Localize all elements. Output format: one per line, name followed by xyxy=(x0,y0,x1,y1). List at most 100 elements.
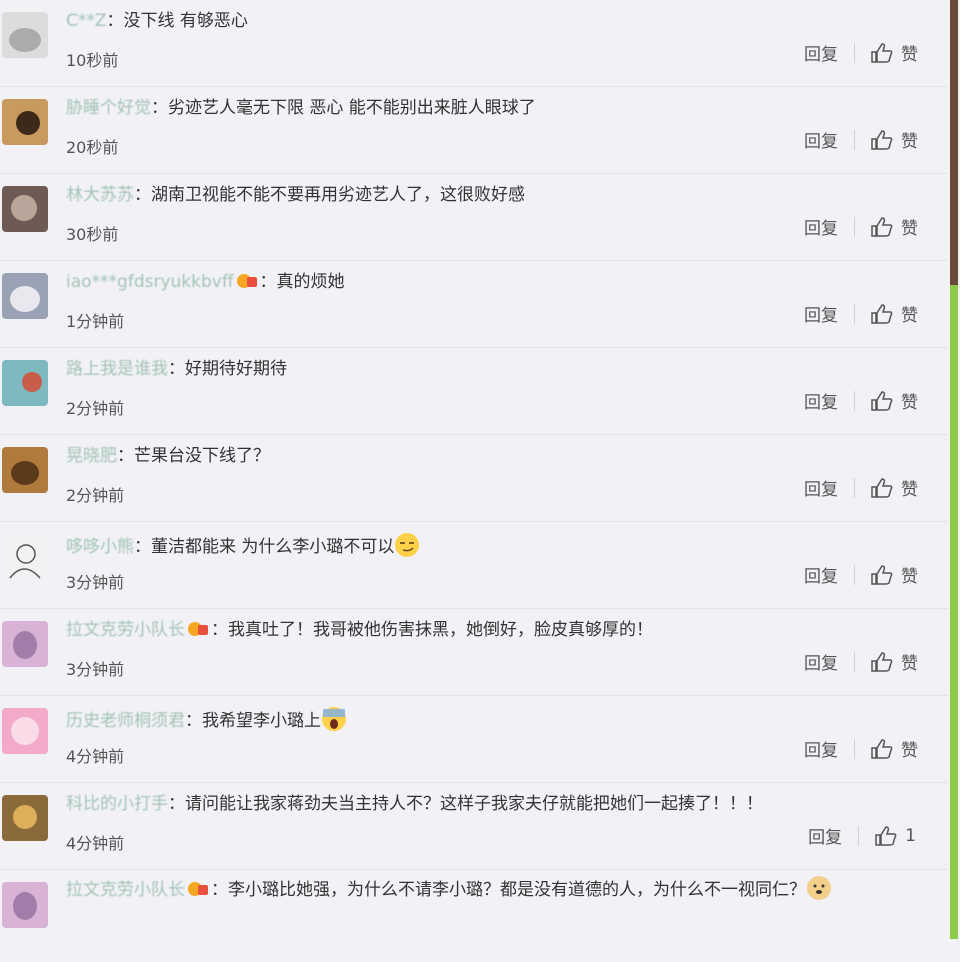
comment-time: 20秒前 xyxy=(66,138,119,157)
reply-button[interactable]: 回复 xyxy=(804,388,854,413)
smirk-emoji-icon xyxy=(395,533,420,557)
reply-button[interactable]: 回复 xyxy=(804,736,854,761)
avatar[interactable] xyxy=(2,186,48,232)
doge-emoji-icon xyxy=(807,876,831,900)
username-link[interactable]: 拉文克劳小队长 xyxy=(66,620,185,640)
comment-text: 劣迹艺人毫无下限 恶心 能不能别出来脏人眼球了 xyxy=(168,98,536,118)
comment-item: 历史老师桐须君：我希望李小璐上 4分钟前 回复 赞 xyxy=(0,696,948,783)
comment-actions: 回复 赞 xyxy=(804,40,918,65)
comment-text: 我希望李小璐上 xyxy=(202,711,321,731)
comment-line: 历史老师桐须君：我希望李小璐上 xyxy=(66,706,888,732)
username-link[interactable]: 胁睡个好觉 xyxy=(66,98,151,118)
comment-line: 哆哆小熊：董洁都能来 为什么李小璐不可以 xyxy=(66,532,888,558)
avatar[interactable] xyxy=(2,621,48,667)
comment-line: 科比的小打手：请问能让我家蒋劲夫当主持人不？这样子我家夫仔就能把她们一起揍了！！… xyxy=(66,794,763,814)
like-button[interactable]: 赞 xyxy=(901,649,918,674)
comment-actions: 回复 赞 xyxy=(804,127,918,152)
reply-button[interactable]: 回复 xyxy=(804,562,854,587)
like-button[interactable]: 赞 xyxy=(901,214,918,239)
comment-item: 晃晓肥：芒果台没下线了？ 2分钟前 回复 赞 xyxy=(0,435,948,522)
comment-actions: 回复 赞 xyxy=(804,301,918,326)
divider xyxy=(854,129,855,150)
reply-button[interactable]: 回复 xyxy=(804,301,854,326)
username-link[interactable]: 拉文克劳小队长 xyxy=(66,880,185,900)
username-link[interactable]: 林大苏苏 xyxy=(66,185,134,205)
username-link[interactable]: 路上我是谁我 xyxy=(66,359,168,379)
comment-item: iao***gfdsryukkbvff ：真的烦她 1分钟前 回复 赞 xyxy=(0,261,948,348)
comment-actions: 回复 赞 xyxy=(804,562,918,587)
divider xyxy=(854,477,855,498)
comment-line: C**Z：没下线 有够恶心 xyxy=(66,11,248,31)
like-button[interactable]: 赞 xyxy=(901,475,918,500)
like-count[interactable]: 1 xyxy=(905,826,916,846)
comment-actions: 回复 赞 xyxy=(804,475,918,500)
avatar[interactable] xyxy=(2,12,48,58)
reply-button[interactable]: 回复 xyxy=(804,649,854,674)
username-link[interactable]: C**Z xyxy=(66,11,107,31)
avatar[interactable] xyxy=(2,99,48,145)
reply-button[interactable]: 回复 xyxy=(804,40,854,65)
reply-button[interactable]: 回复 xyxy=(804,475,854,500)
thumbs-up-icon[interactable] xyxy=(871,564,893,585)
username-link[interactable]: 晃晓肥 xyxy=(66,446,117,466)
reply-button[interactable]: 回复 xyxy=(808,823,858,848)
comment-time: 4分钟前 xyxy=(66,747,125,766)
thumbs-up-icon[interactable] xyxy=(871,477,893,498)
thumbs-up-icon[interactable] xyxy=(871,129,893,150)
avatar[interactable] xyxy=(2,534,48,580)
reply-button[interactable]: 回复 xyxy=(804,214,854,239)
comment-item: 路上我是谁我：好期待好期待 2分钟前 回复 赞 xyxy=(0,348,948,435)
username-link[interactable]: 科比的小打手 xyxy=(66,794,168,814)
avatar[interactable] xyxy=(2,273,48,319)
comment-line: 拉文克劳小队长 ：李小璐比她强，为什么不请李小璐？都是没有道德的人，为什么不一视同… xyxy=(66,874,868,906)
thumbs-up-icon[interactable] xyxy=(871,651,893,672)
comment-line: 拉文克劳小队长 ：我真吐了！我哥被他伤害抹黑，她倒好，脸皮真够厚的！ xyxy=(66,620,653,640)
like-button[interactable]: 赞 xyxy=(901,301,918,326)
avatar[interactable] xyxy=(2,447,48,493)
thumbs-up-icon[interactable] xyxy=(871,303,893,324)
scream-emoji-icon xyxy=(322,707,346,731)
avatar[interactable] xyxy=(2,882,48,928)
comment-actions: 回复 赞 xyxy=(804,736,918,761)
divider xyxy=(854,216,855,237)
comment-actions: 回复 赞 xyxy=(804,388,918,413)
comment-time: 2分钟前 xyxy=(66,399,125,418)
username-link[interactable]: iao***gfdsryukkbvff xyxy=(66,272,234,292)
scrollbar-thumb[interactable] xyxy=(950,285,958,939)
divider xyxy=(858,825,860,846)
comment-time: 2分钟前 xyxy=(66,486,125,505)
thumbs-up-icon[interactable] xyxy=(871,390,893,411)
like-button[interactable]: 赞 xyxy=(901,40,918,65)
comment-actions: 回复 赞 xyxy=(804,649,918,674)
like-button[interactable]: 赞 xyxy=(901,736,918,761)
thumbs-up-icon[interactable] xyxy=(875,825,897,846)
divider xyxy=(854,738,855,759)
comment-text: 湖南卫视能不能不要再用劣迹艺人了，这很败好感 xyxy=(151,185,525,205)
avatar[interactable] xyxy=(2,360,48,406)
comment-line: 路上我是谁我：好期待好期待 xyxy=(66,359,287,379)
like-button[interactable]: 赞 xyxy=(901,562,918,587)
comment-text: 请问能让我家蒋劲夫当主持人不？这样子我家夫仔就能把她们一起揍了！！！ xyxy=(185,794,763,814)
comment-time: 10秒前 xyxy=(66,51,119,70)
avatar[interactable] xyxy=(2,708,48,754)
divider xyxy=(854,390,855,411)
comment-text: 真的烦她 xyxy=(276,272,345,292)
comment-line: 晃晓肥：芒果台没下线了？ xyxy=(66,446,270,466)
comment-time: 3分钟前 xyxy=(66,660,125,679)
comment-line: 林大苏苏：湖南卫视能不能不要再用劣迹艺人了，这很败好感 xyxy=(66,185,525,205)
like-button[interactable]: 赞 xyxy=(901,127,918,152)
scrollbar[interactable] xyxy=(948,0,960,939)
comment-text: 芒果台没下线了？ xyxy=(134,446,270,466)
comment-time: 30秒前 xyxy=(66,225,119,244)
reply-button[interactable]: 回复 xyxy=(804,127,854,152)
thumbs-up-icon[interactable] xyxy=(871,738,893,759)
comment-list: C**Z：没下线 有够恶心 10秒前 回复 赞 胁睡个好觉：劣迹艺人毫无下限 恶… xyxy=(0,0,948,962)
like-button[interactable]: 赞 xyxy=(901,388,918,413)
thumbs-up-icon[interactable] xyxy=(871,216,893,237)
thumbs-up-icon[interactable] xyxy=(871,42,893,63)
username-link[interactable]: 历史老师桐须君 xyxy=(66,711,185,731)
comment-text: 没下线 有够恶心 xyxy=(123,11,248,31)
avatar[interactable] xyxy=(2,795,48,841)
comment-line: 胁睡个好觉：劣迹艺人毫无下限 恶心 能不能别出来脏人眼球了 xyxy=(66,98,536,118)
username-link[interactable]: 哆哆小熊 xyxy=(66,537,134,557)
